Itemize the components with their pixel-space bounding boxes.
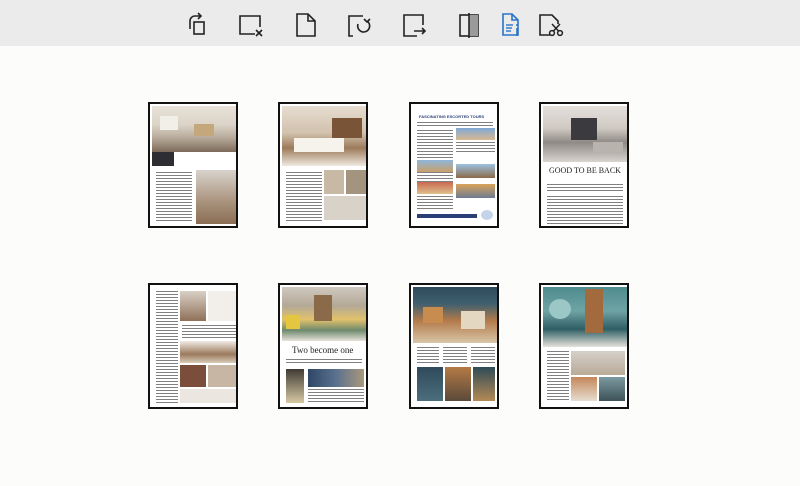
page-info-icon xyxy=(502,13,519,36)
page-thumbnail-5[interactable] xyxy=(148,283,238,409)
insert-blank-page-button[interactable] xyxy=(292,11,320,39)
delete-page-icon xyxy=(239,15,263,37)
extract-page-button[interactable] xyxy=(401,11,429,39)
page-thumbnail-4[interactable]: GOOD TO BE BACK xyxy=(539,102,629,228)
page-thumbnail-3[interactable]: FASCINATING ESCORTED TOURS xyxy=(409,102,499,228)
rotate-page-icon xyxy=(189,12,205,35)
split-page-icon xyxy=(459,13,479,38)
page-thumbnail-2[interactable] xyxy=(278,102,368,228)
extract-page-icon xyxy=(403,14,427,37)
page-thumbnail-8[interactable] xyxy=(539,283,629,409)
page-heading: FASCINATING ESCORTED TOURS xyxy=(419,114,485,119)
page-heading: Two become one xyxy=(292,345,354,355)
rotate-clockwise-icon xyxy=(348,15,371,37)
cut-page-button[interactable] xyxy=(537,11,565,39)
delete-page-button[interactable] xyxy=(237,11,265,39)
rotate-clockwise-button[interactable] xyxy=(346,11,374,39)
page-toolbar xyxy=(0,0,800,46)
page-thumbnail-7[interactable] xyxy=(409,283,499,409)
cut-page-icon xyxy=(539,14,564,37)
blank-page-icon xyxy=(296,13,316,37)
rotate-page-button[interactable] xyxy=(183,11,211,39)
page-info-button[interactable] xyxy=(497,11,525,39)
page-thumbnail-6[interactable]: Two become one xyxy=(278,283,368,409)
split-page-button[interactable] xyxy=(455,11,483,39)
page-thumbnail-1[interactable] xyxy=(148,102,238,228)
page-heading: GOOD TO BE BACK xyxy=(549,166,621,175)
